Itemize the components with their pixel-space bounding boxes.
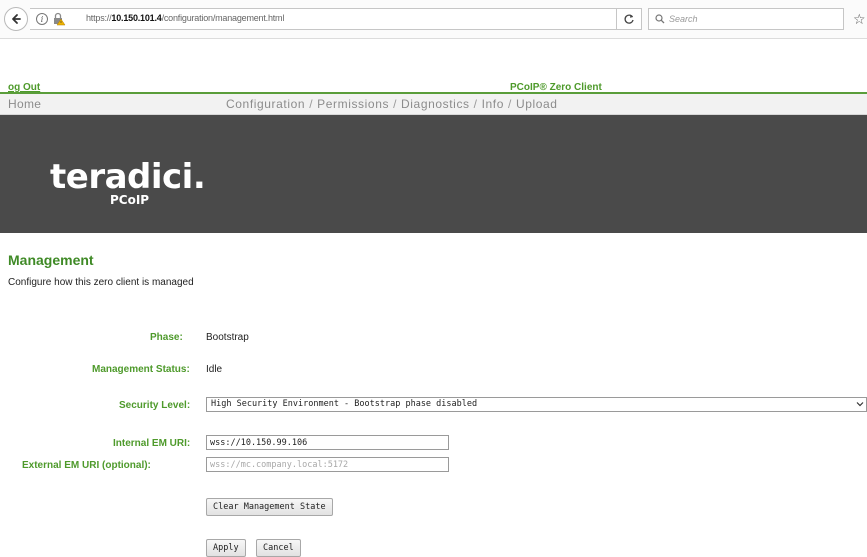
page-description: Configure how this zero client is manage… — [8, 277, 194, 288]
nav-separator: / — [508, 97, 512, 111]
nav-links: Configuration / Permissions / Diagnostics / In… — [226, 97, 558, 111]
nav-separator: / — [473, 97, 478, 111]
search-icon — [655, 14, 665, 24]
search-placeholder: Search — [669, 14, 698, 24]
reload-icon — [624, 14, 634, 24]
back-arrow-icon — [12, 14, 21, 24]
phase-label: Phase: — [150, 332, 183, 343]
reload-button[interactable] — [616, 8, 642, 30]
nav-separator: / — [393, 97, 398, 111]
nav-separator: / — [309, 97, 314, 111]
phase-value: Bootstrap — [206, 332, 249, 343]
security-level-label: Security Level: — [119, 400, 191, 411]
teradici-banner: teradici. PCoIP — [0, 115, 867, 233]
nav-home-link[interactable]: Home — [8, 97, 41, 111]
cancel-button[interactable]: Cancel — [256, 539, 301, 557]
info-icon[interactable]: i — [36, 13, 48, 25]
nav-configuration-link[interactable]: Configuration — [226, 97, 305, 111]
security-level-selected-value: High Security Environment - Bootstrap ph… — [211, 399, 478, 409]
teradici-logo: teradici. — [50, 157, 206, 197]
clear-management-state-button[interactable]: Clear Management State — [206, 498, 333, 516]
url-text: https://10.150.101.4/configuration/manag… — [86, 13, 285, 23]
external-em-uri-label: External EM URI (optional): — [22, 460, 151, 471]
chevron-down-icon — [856, 402, 864, 407]
management-status-value: Idle — [206, 364, 223, 375]
external-em-uri-input[interactable] — [206, 457, 449, 472]
insecure-lock-icon[interactable] — [52, 12, 66, 26]
nav-info-link[interactable]: Info — [482, 97, 504, 111]
browser-toolbar: i https://10.150.101.4/configuration/man… — [0, 0, 867, 39]
bookmark-star-icon[interactable]: ☆ — [853, 11, 866, 28]
apply-button[interactable]: Apply — [206, 539, 246, 557]
nav-upload-link[interactable]: Upload — [516, 97, 558, 111]
security-level-select[interactable]: High Security Environment - Bootstrap ph… — [206, 397, 867, 412]
search-bar[interactable]: Search — [648, 8, 844, 30]
pcoip-logo-subtitle: PCoIP — [110, 193, 150, 207]
nav-bar: Home Configuration / Permissions / Diagnosti… — [0, 94, 867, 115]
page-title: Management — [8, 252, 94, 268]
address-bar[interactable]: i https://10.150.101.4/configuration/man… — [30, 8, 642, 30]
back-button[interactable] — [4, 7, 28, 31]
nav-permissions-link[interactable]: Permissions — [317, 97, 389, 111]
internal-em-uri-input[interactable] — [206, 435, 449, 450]
nav-diagnostics-link[interactable]: Diagnostics — [401, 97, 470, 111]
internal-em-uri-label: Internal EM URI: — [113, 438, 191, 449]
management-status-label: Management Status: — [92, 364, 190, 375]
